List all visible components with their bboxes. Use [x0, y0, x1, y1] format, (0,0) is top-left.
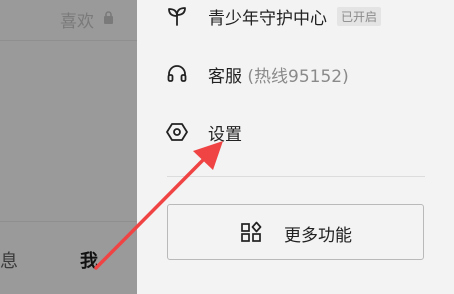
- status-badge: 已开启: [337, 6, 382, 26]
- headset-icon: [167, 65, 187, 82]
- menu-item-settings[interactable]: 设置: [137, 112, 454, 152]
- likes-tab-label[interactable]: 喜欢: [60, 7, 94, 32]
- menu-item-label: 青少年守护中心: [208, 8, 327, 29]
- more-features-label: 更多功能: [284, 226, 352, 246]
- menu-item-customer-service[interactable]: 客服 (热线95152): [137, 54, 454, 94]
- sprout-icon: [168, 7, 186, 26]
- lock-icon: [104, 11, 113, 24]
- dimmed-profile-page[interactable]: 喜欢 息 我: [0, 0, 137, 294]
- hexagon-settings-icon: [166, 123, 188, 141]
- divider: [0, 40, 137, 41]
- menu-item-label: 客服 (热线95152): [208, 62, 349, 87]
- hotline-label: (热线95152): [247, 66, 349, 87]
- more-features-button[interactable]: 更多功能: [167, 204, 424, 260]
- customer-service-label: 客服: [208, 66, 242, 87]
- menu-item-label: 设置: [208, 124, 242, 145]
- grid-shapes-icon: [241, 221, 262, 242]
- divider: [167, 176, 425, 177]
- bottom-tab-messages[interactable]: 息: [0, 247, 18, 273]
- divider: [0, 221, 137, 222]
- menu-item-youth-protection[interactable]: 青少年守护中心 已开启: [137, 0, 454, 36]
- bottom-tab-me[interactable]: 我: [80, 247, 98, 273]
- side-drawer-menu: 青少年守护中心 已开启 客服 (热线95152) 设置 更多功能: [137, 0, 454, 294]
